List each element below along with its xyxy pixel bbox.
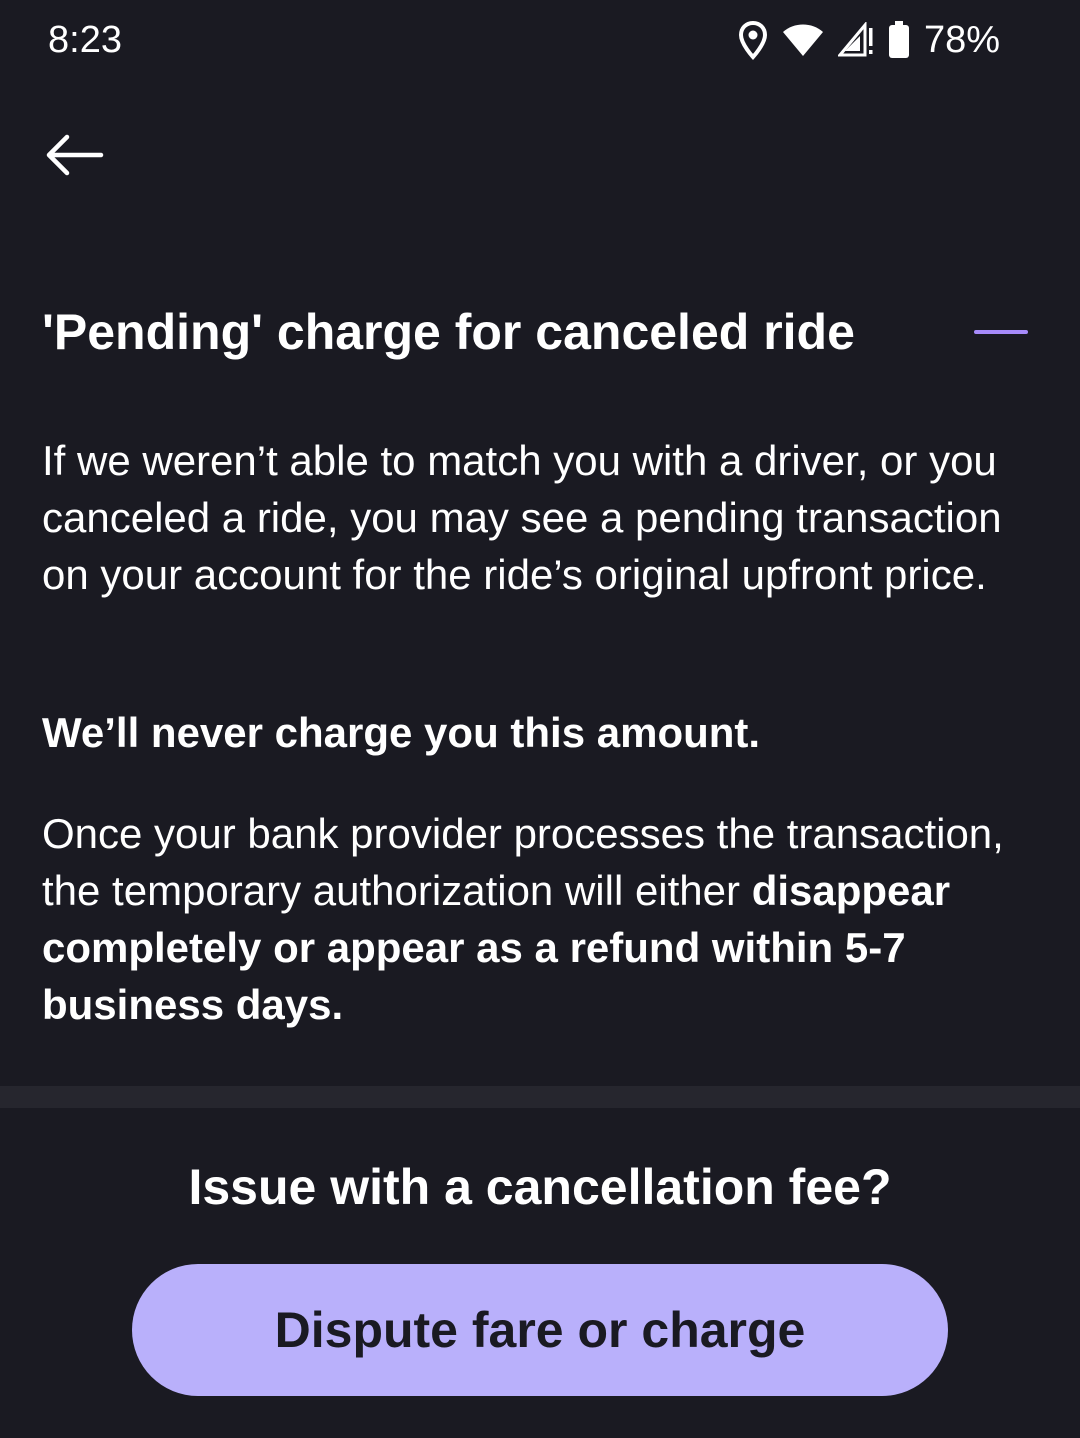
status-icons: 78% [738,18,1000,62]
back-arrow-icon [46,134,104,176]
battery-icon [888,21,910,59]
battery-percent: 78% [923,19,1000,61]
collapse-minus-icon[interactable] [974,320,1028,344]
status-bar: 8:23 78% [0,0,1080,80]
cellular-signal-icon [837,22,874,58]
location-icon [738,20,768,60]
dispute-fare-button[interactable]: Dispute fare or charge [132,1264,948,1396]
wifi-icon [782,23,824,57]
status-time: 8:23 [48,19,122,61]
section-title: 'Pending' charge for canceled ride [42,304,855,360]
back-button[interactable] [30,118,120,192]
faq-section-header[interactable]: 'Pending' charge for canceled ride [42,296,1038,368]
section-divider [0,1086,1080,1108]
paragraph-never-charged: We’ll never charge you this amount. [42,709,761,756]
cancellation-fee-question: Issue with a cancellation fee? [188,1159,892,1215]
paragraph-refund-timeline: Once your bank provider processes the tr… [42,805,1042,1033]
paragraph-pending-explanation: If we weren’t able to match you with a d… [42,437,1002,598]
